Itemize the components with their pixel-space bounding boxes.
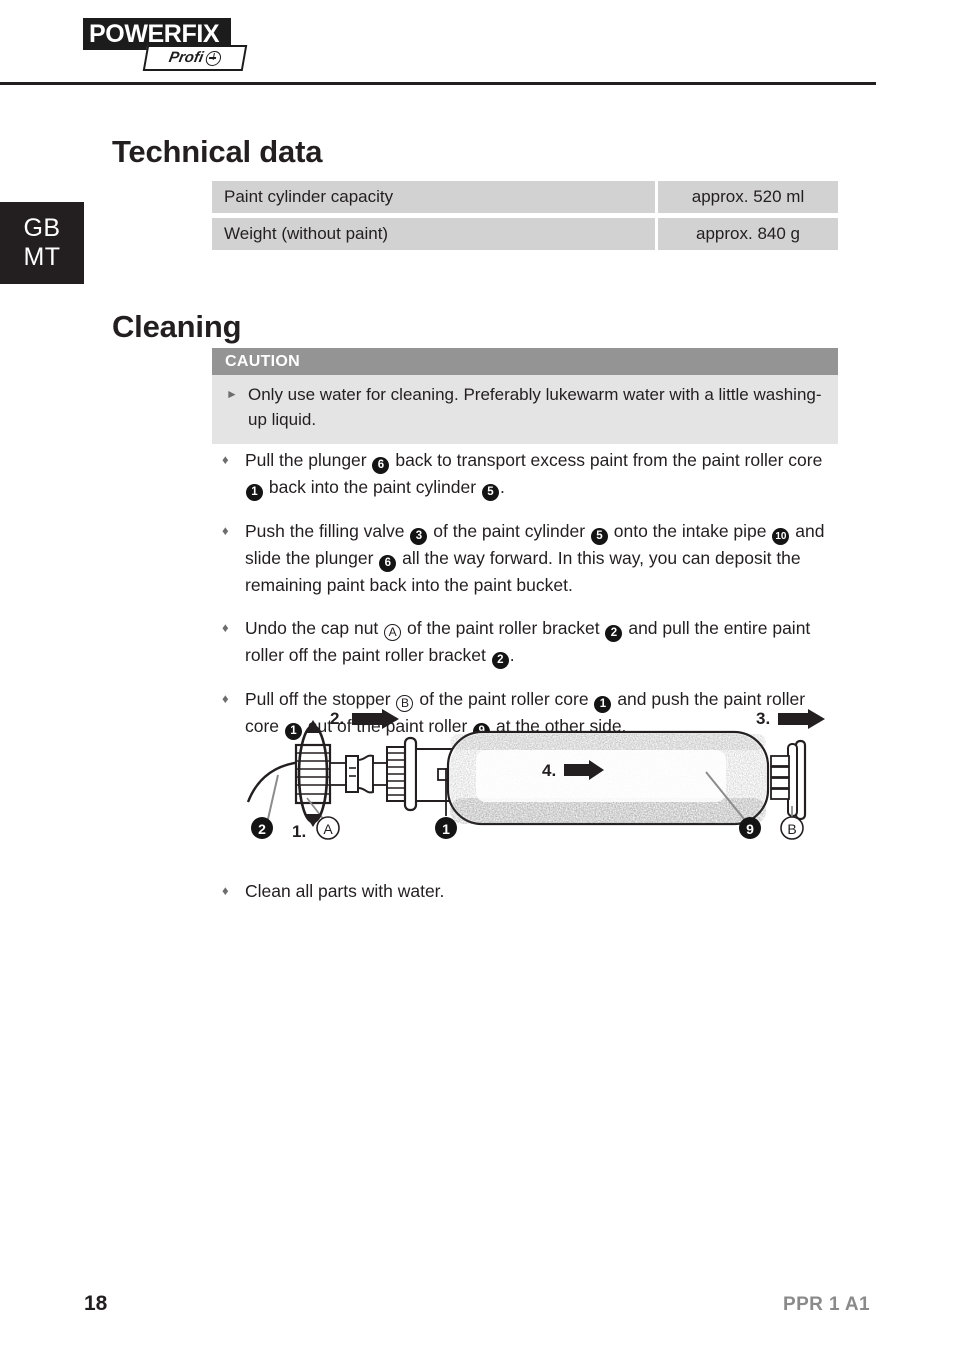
powerfix-logo: POWERFIX ® Profi [83,18,248,71]
table-row: Paint cylinder capacity approx. 520 ml [212,181,838,213]
plus-circle-icon [204,50,223,66]
caution-list-item: ► Only use water for cleaning. Preferabl… [226,382,824,432]
svg-text:2: 2 [258,821,266,837]
language-tab-line-1: GB [23,214,61,242]
diamond-bullet-icon: ♦ [222,523,229,538]
technical-data-table: Paint cylinder capacity approx. 520 ml W… [212,181,838,255]
list-item: ♦ Pull the plunger 6 back to transport e… [222,447,842,501]
list-item-text: Pull the plunger 6 back to transport exc… [245,447,842,501]
cleaning-steps-list: ♦ Pull the plunger 6 back to transport e… [222,447,842,740]
stopper-shape [770,739,807,826]
svg-text:1: 1 [442,821,450,837]
triangle-bullet-icon: ► [226,387,238,401]
table-cell-value: approx. 520 ml [658,181,838,213]
step-1-label: 1. [292,822,306,841]
paint-roller-disassembly-diagram: 2. 3. 4. 1. 2 A 1 9 B [232,706,832,856]
part-reference-badge: 2 [491,652,509,669]
coupling-shape [329,754,388,794]
profi-badge: Profi [142,45,248,71]
list-item: ♦ Clean all parts with water. [222,878,444,904]
part-reference-badge: 6 [379,555,397,572]
part-reference-badge: 1 [246,484,263,501]
language-tab: GB MT [0,202,84,284]
callout-badge-9: 9 [739,817,761,839]
table-cell-label: Paint cylinder capacity [212,181,655,213]
model-number: PPR 1 A1 [783,1294,870,1315]
callout-badge-1: 1 [435,817,457,839]
cleaning-heading: Cleaning [112,308,242,344]
part-reference-badge: 2 [605,625,623,642]
language-tab-line-2: MT [23,243,61,271]
caution-body: ► Only use water for cleaning. Preferabl… [212,375,838,444]
part-reference-badge: 5 [481,484,499,501]
svg-text:4.: 4. [542,761,556,780]
callout-badge-2: 2 [251,817,273,839]
list-item: ♦ Undo the cap nut A of the paint roller… [222,615,842,669]
callout-badge-A: A [316,816,340,840]
callout-badge-B: B [780,816,804,840]
logo-wordmark-text: POWERFIX [89,20,220,48]
svg-text:2.: 2. [330,709,344,728]
header-divider [0,82,876,85]
part-reference-badge: 3 [410,528,428,545]
part-reference-letter: A [384,624,402,641]
svg-text:9: 9 [746,821,754,837]
paint-roller-shape [446,730,770,826]
list-item-text: Clean all parts with water. [245,881,445,901]
diamond-bullet-icon: ♦ [222,883,229,898]
diamond-bullet-icon: ♦ [222,620,229,635]
caution-box: CAUTION ► Only use water for cleaning. P… [212,348,838,444]
part-reference-badge: 10 [772,528,790,545]
page-number: 18 [84,1292,108,1315]
list-item: ♦ Push the filling valve 3 of the paint … [222,518,842,598]
svg-text:B: B [787,821,796,837]
technical-data-heading: Technical data [112,133,323,169]
registered-trademark-icon: ® [223,18,231,29]
svg-text:A: A [323,821,333,837]
threaded-flange-shape [386,736,418,812]
caution-text: Only use water for cleaning. Preferably … [248,385,822,429]
list-item-text: Push the filling valve 3 of the paint cy… [245,521,825,595]
table-row: Weight (without paint) approx. 840 g [212,218,838,250]
step-2-arrow-icon: 2. [330,709,399,729]
table-cell-value: approx. 840 g [658,218,838,250]
diamond-bullet-icon: ♦ [222,452,229,467]
part-reference-badge: 6 [372,457,390,474]
step-3-arrow-icon: 3. [756,709,825,729]
caution-title: CAUTION [212,348,838,375]
svg-text:3.: 3. [756,709,770,728]
list-item-text: Undo the cap nut A of the paint roller b… [245,615,842,669]
profi-badge-text: Profi [167,49,205,66]
part-reference-badge: 5 [590,528,608,545]
table-cell-label: Weight (without paint) [212,218,655,250]
paint-roller-bracket-shape [246,760,303,820]
